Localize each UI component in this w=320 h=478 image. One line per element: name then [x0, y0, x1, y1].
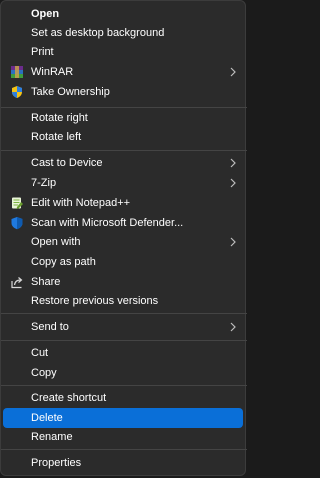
menu-item-delete[interactable]: Delete	[3, 408, 243, 428]
menu-item-cut-label: Cut	[31, 347, 49, 359]
menu-item-properties[interactable]: Properties	[3, 453, 243, 473]
menu-item-scan-defender-label: Scan with Microsoft Defender...	[31, 217, 184, 229]
menu-item-rotate-left-label: Rotate left	[31, 131, 82, 143]
menu-item-copy[interactable]: Copy	[3, 363, 243, 383]
menu-item-print[interactable]: Print	[3, 42, 243, 62]
menu-item-open-with[interactable]: Open with	[3, 232, 243, 252]
menu-item-rename-label: Rename	[31, 431, 73, 443]
menu-item-copy-as-path-label: Copy as path	[31, 256, 96, 268]
menu-item-winrar-label: WinRAR	[31, 66, 74, 78]
menu-item-rotate-right[interactable]: Rotate right	[3, 108, 243, 128]
context-menu: Open Set as desktop background Print Win…	[0, 0, 247, 476]
menu-item-cast-to-device[interactable]: Cast to Device	[3, 153, 243, 173]
menu-item-send-to-label: Send to	[31, 321, 69, 333]
menu-item-take-ownership-label: Take Ownership	[31, 86, 110, 98]
menu-item-edit-notepadpp-label: Edit with Notepad++	[31, 197, 131, 209]
menu-item-delete-label: Delete	[31, 412, 63, 424]
menu-item-create-shortcut[interactable]: Create shortcut	[3, 388, 243, 408]
menu-item-send-to[interactable]: Send to	[3, 317, 243, 337]
notepadpp-icon	[12, 197, 23, 209]
menu-item-set-desktop-background-label: Set as desktop background	[31, 27, 165, 39]
menu-separator	[1, 449, 247, 450]
share-icon	[11, 277, 23, 289]
menu-item-cut[interactable]: Cut	[3, 343, 243, 363]
menu-item-restore-previous-versions-label: Restore previous versions	[31, 295, 159, 307]
menu-item-7zip[interactable]: 7-Zip	[3, 173, 243, 193]
menu-separator	[1, 385, 247, 386]
winrar-icon	[11, 66, 23, 78]
chevron-right-icon	[230, 178, 236, 188]
menu-item-edit-notepadpp[interactable]: Edit with Notepad++	[3, 193, 243, 213]
menu-item-copy-label: Copy	[31, 367, 57, 379]
menu-item-take-ownership[interactable]: Take Ownership	[3, 82, 243, 102]
menu-item-cast-to-device-label: Cast to Device	[31, 157, 103, 169]
menu-item-share-label: Share	[31, 276, 61, 288]
chevron-right-icon	[230, 322, 236, 332]
menu-item-rotate-right-label: Rotate right	[31, 112, 88, 124]
menu-item-set-desktop-background[interactable]: Set as desktop background	[3, 23, 243, 43]
chevron-right-icon	[230, 237, 236, 247]
menu-item-properties-label: Properties	[31, 457, 82, 469]
menu-separator	[1, 340, 247, 341]
menu-item-print-label: Print	[31, 46, 54, 58]
chevron-right-icon	[230, 158, 236, 168]
menu-item-rotate-left[interactable]: Rotate left	[3, 127, 243, 147]
defender-shield-icon	[11, 217, 23, 230]
menu-separator	[1, 313, 247, 314]
menu-item-scan-defender[interactable]: Scan with Microsoft Defender...	[3, 213, 243, 233]
menu-item-restore-previous-versions[interactable]: Restore previous versions	[3, 291, 243, 311]
menu-item-open-with-label: Open with	[31, 236, 81, 248]
menu-item-open[interactable]: Open	[3, 4, 243, 24]
menu-item-winrar[interactable]: WinRAR	[3, 62, 243, 82]
menu-item-open-label: Open	[31, 8, 60, 20]
menu-item-share[interactable]: Share	[3, 272, 243, 292]
menu-separator	[1, 150, 247, 151]
menu-item-create-shortcut-label: Create shortcut	[31, 392, 107, 404]
menu-item-copy-as-path[interactable]: Copy as path	[3, 252, 243, 272]
menu-item-7zip-label: 7-Zip	[31, 177, 57, 189]
uac-shield-icon	[12, 86, 22, 98]
menu-item-rename[interactable]: Rename	[3, 427, 243, 447]
chevron-right-icon	[230, 67, 236, 77]
